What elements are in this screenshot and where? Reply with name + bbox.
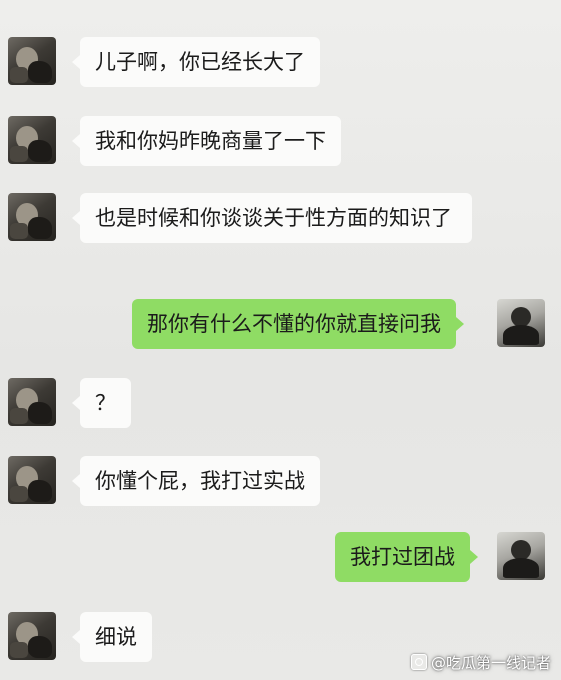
message-text: 儿子啊，你已经长大了 bbox=[95, 50, 305, 74]
message-text: 细说 bbox=[95, 625, 137, 649]
message-bubble-right[interactable]: 我打过团战 bbox=[335, 532, 478, 582]
message-bubble-left[interactable]: 也是时候和你谈谈关于性方面的知识了 bbox=[72, 193, 472, 243]
message-text: 那你有什么不懂的你就直接问我 bbox=[147, 312, 441, 336]
message-bubble-left[interactable]: ？ bbox=[72, 378, 131, 428]
avatar-father[interactable] bbox=[8, 193, 56, 241]
message-text: 你懂个屁，我打过实战 bbox=[95, 469, 305, 493]
message-bubble-right[interactable]: 那你有什么不懂的你就直接问我 bbox=[132, 299, 464, 349]
message-bubble-left[interactable]: 你懂个屁，我打过实战 bbox=[72, 456, 320, 506]
watermark: @吃瓜第一线记者 bbox=[410, 650, 551, 674]
message-text: 我打过团战 bbox=[350, 545, 455, 569]
watermark-text: @吃瓜第一线记者 bbox=[430, 653, 551, 672]
avatar-father[interactable] bbox=[8, 612, 56, 660]
message-bubble-left[interactable]: 我和你妈昨晚商量了一下 bbox=[72, 116, 341, 166]
avatar-father[interactable] bbox=[8, 378, 56, 426]
message-text: 也是时候和你谈谈关于性方面的知识了 bbox=[95, 206, 452, 230]
avatar-father[interactable] bbox=[8, 37, 56, 85]
chat-window: 儿子啊，你已经长大了 我和你妈昨晚商量了一下 也是时候和你谈谈关于性方面的知识了… bbox=[0, 0, 561, 680]
message-bubble-left[interactable]: 儿子啊，你已经长大了 bbox=[72, 37, 320, 87]
message-bubble-left[interactable]: 细说 bbox=[72, 612, 152, 662]
weibo-logo-icon bbox=[410, 654, 427, 670]
avatar-father[interactable] bbox=[8, 456, 56, 504]
message-text: ？ bbox=[95, 391, 116, 415]
avatar-son[interactable] bbox=[497, 299, 545, 347]
message-text: 我和你妈昨晚商量了一下 bbox=[95, 129, 326, 153]
avatar-father[interactable] bbox=[8, 116, 56, 164]
avatar-son[interactable] bbox=[497, 532, 545, 580]
